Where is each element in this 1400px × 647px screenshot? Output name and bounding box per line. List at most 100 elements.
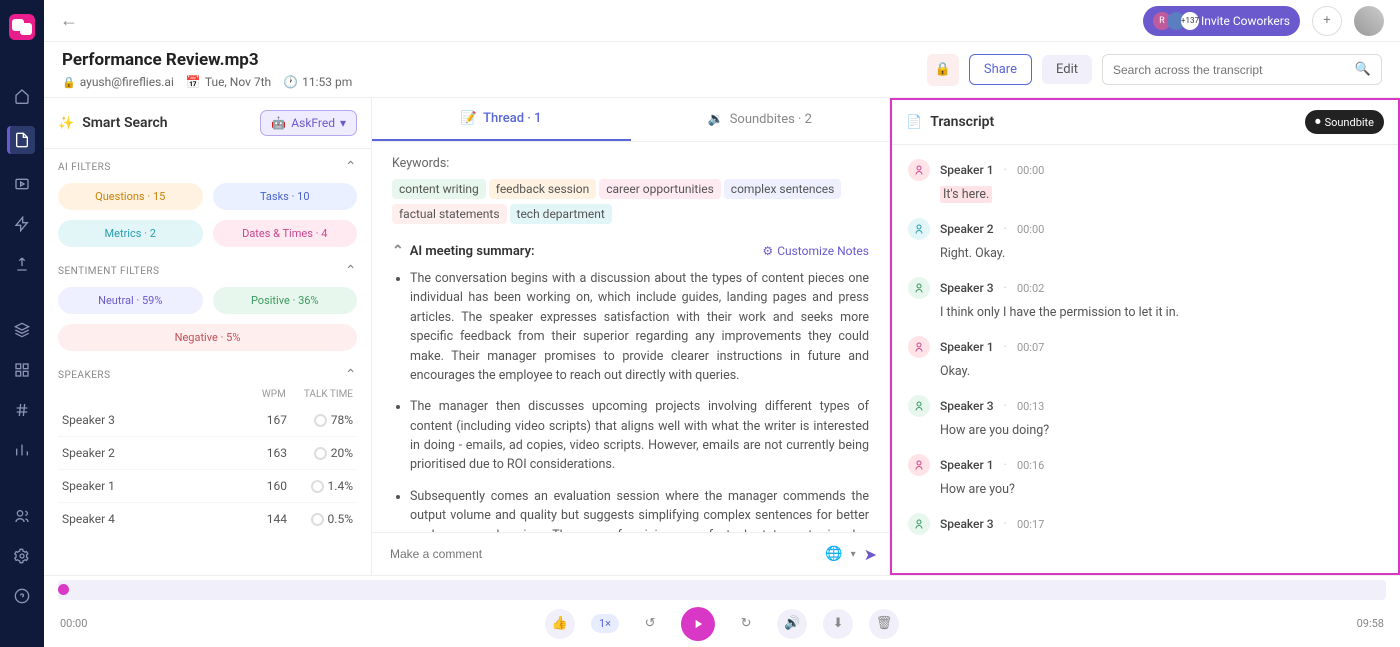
turn-timestamp: 00:02: [1017, 282, 1044, 295]
filter-metrics[interactable]: Metrics · 2: [58, 220, 203, 247]
comment-input[interactable]: [384, 541, 817, 567]
filter-positive[interactable]: Positive · 36%: [213, 287, 358, 314]
share-button[interactable]: Share: [969, 54, 1032, 85]
edit-button[interactable]: Edit: [1042, 55, 1092, 84]
speaker-name: Speaker 1: [62, 479, 243, 493]
filter-neutral[interactable]: Neutral · 59%: [58, 287, 203, 314]
speaker-avatar-icon: [908, 513, 930, 535]
send-icon[interactable]: ➤: [864, 545, 877, 564]
filter-dates[interactable]: Dates & Times · 4: [213, 220, 358, 247]
transcript-turn[interactable]: Speaker 1·00:16How are you?: [908, 446, 1382, 505]
turn-speaker: Speaker 1: [940, 458, 994, 472]
transcript-turn[interactable]: Speaker 3·00:02I think only I have the p…: [908, 269, 1382, 328]
analytics-icon[interactable]: [12, 440, 32, 460]
download-button[interactable]: ⬇: [823, 609, 853, 639]
delete-button[interactable]: 🗑: [869, 609, 899, 639]
home-icon[interactable]: [12, 86, 32, 106]
forward-10-button[interactable]: ↻: [731, 609, 761, 639]
speaker-avatar-icon: [908, 395, 930, 417]
profile-avatar[interactable]: [1354, 6, 1384, 36]
volume-button[interactable]: 🔊: [777, 609, 807, 639]
col-wpm: WPM: [262, 389, 286, 400]
collapse-summary[interactable]: ⌃: [392, 243, 404, 259]
filter-questions[interactable]: Questions · 15: [58, 183, 203, 210]
transcript-search[interactable]: 🔍: [1102, 54, 1382, 85]
help-icon[interactable]: [12, 586, 32, 606]
filter-tasks[interactable]: Tasks · 10: [213, 183, 358, 210]
transcript-turn[interactable]: Speaker 1·00:07Okay.: [908, 328, 1382, 387]
turn-speaker: Speaker 2: [940, 222, 994, 236]
tab-soundbites[interactable]: 🔉Soundbites · 2: [631, 98, 890, 141]
left-rail: [0, 0, 44, 647]
speaker-row[interactable]: Speaker 316778%: [58, 404, 357, 437]
chevron-down-icon: ▾: [340, 116, 346, 130]
progress-bar[interactable]: [58, 580, 1386, 600]
keyword-tag[interactable]: feedback session: [489, 179, 596, 199]
back-arrow-icon[interactable]: ←: [60, 10, 78, 31]
speaker-row[interactable]: Speaker 216320%: [58, 437, 357, 470]
create-soundbite-button[interactable]: ⏺Soundbite: [1305, 110, 1384, 134]
transcript-turn[interactable]: Speaker 2·00:00Right. Okay.: [908, 210, 1382, 269]
thread-icon: 📝: [461, 111, 477, 126]
keyword-tag[interactable]: content writing: [392, 179, 486, 199]
lock-icon: 🔒: [62, 76, 76, 89]
turn-timestamp: 00:17: [1017, 518, 1044, 531]
turn-timestamp: 00:00: [1017, 223, 1044, 236]
customize-notes-button[interactable]: ⚙Customize Notes: [762, 244, 869, 258]
keyword-tags: content writingfeedback sessioncareer op…: [392, 179, 869, 229]
thumbs-up-button[interactable]: 👍: [545, 609, 575, 639]
transcript-turn[interactable]: Speaker 1·00:00It's here.: [908, 151, 1382, 210]
speaker-row[interactable]: Speaker 11601.4%: [58, 470, 357, 503]
playhead[interactable]: [58, 584, 69, 595]
collapse-speakers[interactable]: ⌃: [345, 367, 357, 383]
keywords-label: Keywords:: [392, 156, 869, 171]
summary-item: The manager then discusses upcoming proj…: [410, 397, 869, 475]
visibility-icon[interactable]: 🌐: [825, 546, 842, 562]
collapse-ai-filters[interactable]: ⌃: [345, 159, 357, 175]
turn-text: It's here.: [940, 187, 1382, 202]
hash-icon[interactable]: [12, 400, 32, 420]
team-icon[interactable]: [12, 506, 32, 526]
keyword-tag[interactable]: career opportunities: [599, 179, 721, 199]
document-icon[interactable]: [7, 126, 35, 154]
transcript-turn[interactable]: Speaker 3·00:13How are you doing?: [908, 387, 1382, 446]
speaker-avatar-icon: [908, 277, 930, 299]
video-icon[interactable]: [12, 174, 32, 194]
add-button[interactable]: +: [1312, 6, 1342, 36]
sentiment-heading: SENTIMENT FILTERS: [58, 266, 160, 277]
keyword-tag[interactable]: complex sentences: [724, 179, 842, 199]
play-button[interactable]: [681, 607, 715, 641]
speaker-wpm: 163: [243, 446, 287, 460]
transcript-title: Transcript: [930, 114, 994, 130]
logo-icon[interactable]: [9, 14, 35, 40]
owner-email: ayush@fireflies.ai: [80, 75, 174, 89]
turn-timestamp: 00:16: [1017, 459, 1044, 472]
rewind-10-button[interactable]: ↺: [635, 609, 665, 639]
search-input[interactable]: [1113, 63, 1355, 77]
pie-icon: [311, 513, 324, 526]
chevron-down-icon[interactable]: ▾: [851, 549, 856, 560]
privacy-lock-icon[interactable]: 🔒: [927, 54, 959, 86]
turn-speaker: Speaker 3: [940, 281, 994, 295]
filter-negative[interactable]: Negative · 5%: [58, 324, 357, 351]
time-current: 00:00: [60, 617, 87, 630]
tab-thread[interactable]: 📝Thread · 1: [372, 98, 631, 141]
invite-coworkers-button[interactable]: R +137 Invite Coworkers: [1143, 6, 1300, 36]
layers-icon[interactable]: [12, 320, 32, 340]
meeting-date: Tue, Nov 7th: [205, 75, 271, 89]
speaker-row[interactable]: Speaker 41440.5%: [58, 503, 357, 535]
speakers-heading: SPEAKERS: [58, 370, 111, 381]
upload-icon[interactable]: [12, 254, 32, 274]
speaker-avatar-icon: [908, 218, 930, 240]
speed-button[interactable]: 1×: [591, 614, 619, 633]
time-duration: 09:58: [1357, 617, 1384, 630]
grid-icon[interactable]: [12, 360, 32, 380]
bolt-icon[interactable]: [12, 214, 32, 234]
transcript-turn[interactable]: Speaker 3·00:17: [908, 505, 1382, 549]
collapse-sentiment[interactable]: ⌃: [345, 263, 357, 279]
keyword-tag[interactable]: tech department: [510, 204, 612, 224]
settings-icon[interactable]: [12, 546, 32, 566]
speaker-wpm: 160: [243, 479, 287, 493]
askfred-button[interactable]: 🤖AskFred▾: [260, 110, 357, 136]
keyword-tag[interactable]: factual statements: [392, 204, 507, 224]
